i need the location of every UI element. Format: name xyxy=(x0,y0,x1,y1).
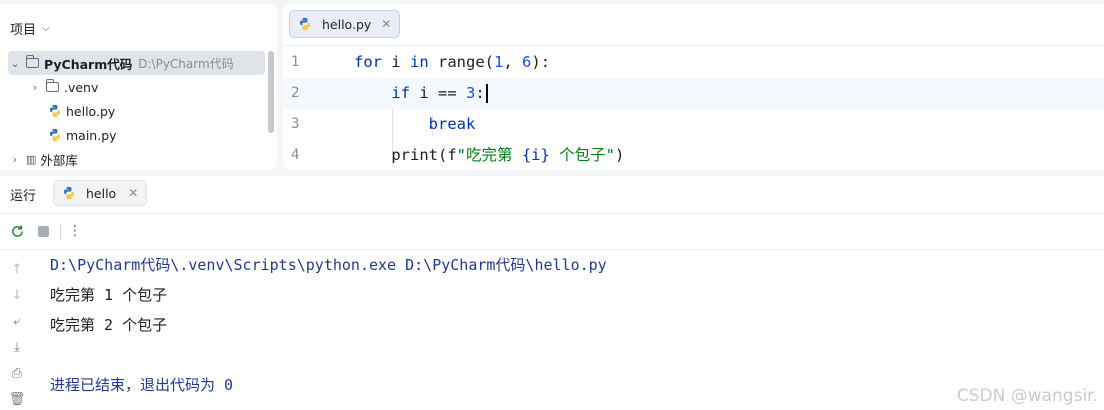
console-line: 吃完第 1 个包子 xyxy=(50,286,168,304)
divider xyxy=(60,224,61,240)
code-text: for i in range(1, 6): xyxy=(354,53,551,71)
soft-wrap-icon[interactable]: ⤶ xyxy=(8,312,26,330)
trash-icon[interactable]: 🗑 xyxy=(8,390,26,408)
python-file-icon xyxy=(64,186,74,200)
console-line: D:\PyCharm代码\.venv\Scripts\python.exe D:… xyxy=(50,256,607,274)
run-title: 运行 xyxy=(10,189,37,204)
project-tree: ⌄ PyCharm代码 D:\PyCharm代码 › .venv hello.p… xyxy=(8,51,265,170)
tree-item-external-libs[interactable]: › ▥ 外部库 xyxy=(8,147,265,170)
scrollbar-thumb[interactable] xyxy=(268,51,274,133)
console-line: 进程已结束，退出代码为 0 xyxy=(50,376,234,394)
python-file-icon xyxy=(300,17,310,31)
arrow-up-icon[interactable]: ↑ xyxy=(8,260,26,278)
code-text: print(f"吃完第 {i} 个包子") xyxy=(391,146,625,164)
tab-label: hello.py xyxy=(322,16,372,32)
scroll-to-end-icon[interactable]: ⤓ xyxy=(8,338,26,356)
line-number: 3 xyxy=(291,116,300,132)
print-icon[interactable]: ⎙ xyxy=(8,364,26,382)
python-file-icon xyxy=(50,104,60,118)
tree-item-label: main.py xyxy=(66,127,117,143)
run-tab-label: hello xyxy=(86,185,117,201)
code-line[interactable]: 3 break xyxy=(283,109,1104,140)
chevron-right-icon[interactable]: › xyxy=(28,81,42,94)
chevron-right-icon[interactable]: › xyxy=(8,153,22,166)
tree-item-venv[interactable]: › .venv xyxy=(8,75,265,99)
tree-item-label: PyCharm代码 xyxy=(44,56,133,72)
watermark: CSDN @wangsir. xyxy=(956,386,1098,406)
text-caret xyxy=(485,84,488,103)
stop-icon[interactable] xyxy=(34,222,52,240)
code-text: if i == 3: xyxy=(354,78,488,109)
line-number: 1 xyxy=(291,54,300,70)
tree-item-path: D:\PyCharm代码 xyxy=(138,56,234,71)
divider xyxy=(283,45,1104,46)
project-title: 项目 xyxy=(10,22,37,38)
code-area[interactable]: 1 for i in range(1, 6): 2 if i == 3: 3 brea… xyxy=(283,47,1104,170)
rerun-icon[interactable] xyxy=(8,222,26,240)
console-side-toolbar: ↑ ↓ ⤶ ⤓ ⎙ 🗑 xyxy=(0,250,34,410)
line-number: 4 xyxy=(291,147,300,163)
project-header[interactable]: 项目 ⌵ xyxy=(10,18,50,38)
code-line[interactable]: 2 if i == 3: xyxy=(283,78,1104,109)
folder-icon xyxy=(26,55,39,68)
python-file-icon xyxy=(50,128,60,142)
editor-panel: hello.py ✕ 1 for i in range(1, 6): 2 if i … xyxy=(283,4,1104,170)
code-line[interactable]: 4 print(f"吃完第 {i} 个包子") xyxy=(283,140,1104,170)
folder-icon xyxy=(46,79,59,92)
run-panel: 运行 hello ✕ ⋮ ↑ ↓ ⤶ ⤓ ⎙ 🗑 D:\PyCharm代码\.v… xyxy=(0,176,1104,410)
console-output[interactable]: D:\PyCharm代码\.venv\Scripts\python.exe D:… xyxy=(50,250,607,400)
tree-item-hello[interactable]: hello.py xyxy=(8,99,265,123)
tree-item-root[interactable]: ⌄ PyCharm代码 D:\PyCharm代码 xyxy=(8,51,265,75)
chevron-down-icon[interactable]: ⌵ xyxy=(42,23,50,34)
tree-item-label: 外部库 xyxy=(40,152,78,168)
tree-item-label: .venv xyxy=(64,79,99,95)
arrow-down-icon[interactable]: ↓ xyxy=(8,286,26,304)
chevron-down-icon[interactable]: ⌄ xyxy=(8,57,22,70)
line-number: 2 xyxy=(291,85,300,101)
tab-run-hello[interactable]: hello ✕ xyxy=(53,180,148,206)
run-toolbar: ⋮ xyxy=(0,214,1104,248)
close-icon[interactable]: ✕ xyxy=(128,186,138,200)
project-panel: 项目 ⌵ ⌄ PyCharm代码 D:\PyCharm代码 › .venv he… xyxy=(0,4,277,170)
tree-item-main[interactable]: main.py xyxy=(8,123,265,147)
close-icon[interactable]: ✕ xyxy=(381,17,391,31)
tree-item-label: hello.py xyxy=(66,103,116,119)
code-text: break xyxy=(428,115,476,133)
more-options-icon[interactable]: ⋮ xyxy=(66,222,84,240)
console-line: 吃完第 2 个包子 xyxy=(50,316,168,334)
code-line[interactable]: 1 for i in range(1, 6): xyxy=(283,47,1104,78)
library-icon: ▥ xyxy=(26,152,37,166)
tab-hello-py[interactable]: hello.py ✕ xyxy=(289,10,401,38)
